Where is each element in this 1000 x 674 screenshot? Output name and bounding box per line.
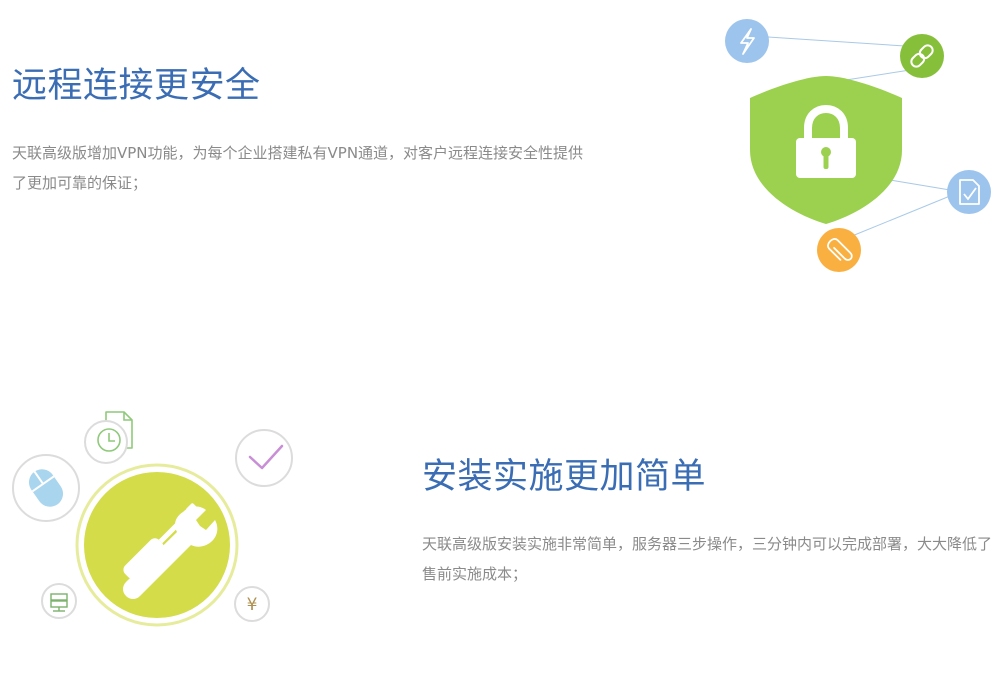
clock-document-icon — [84, 411, 133, 464]
checkmark-icon — [235, 429, 293, 487]
section-description-easy-install: 天联高级版安装实施非常简单，服务器三步操作，三分钟内可以完成部署，大大降低了售前… — [422, 535, 993, 583]
document-check-icon — [947, 170, 991, 214]
section-title-easy-install: 安装实施更加简单 — [422, 457, 707, 497]
install-illustration: ¥ — [12, 411, 293, 627]
mouse-icon — [12, 454, 80, 522]
server-icon — [41, 583, 77, 619]
paperclip-icon — [817, 228, 861, 272]
lightning-icon — [725, 19, 769, 63]
wrench-screwdriver-icon — [75, 463, 239, 627]
security-illustration — [725, 19, 991, 272]
yen-icon: ¥ — [234, 586, 270, 622]
shield-lock-icon — [750, 76, 902, 224]
yen-symbol: ¥ — [247, 595, 258, 615]
link-icon — [900, 34, 944, 78]
